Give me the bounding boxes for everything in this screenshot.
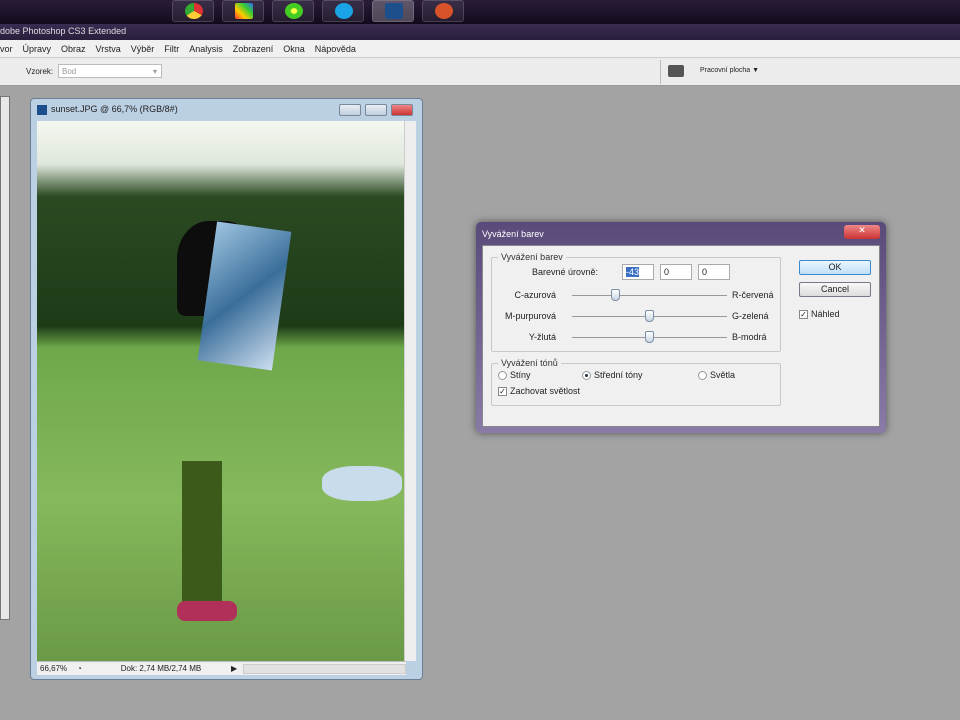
app-icon <box>435 3 453 19</box>
slider-green-label: G-zelená <box>732 311 769 321</box>
tools-panel[interactable] <box>0 96 10 620</box>
vertical-scrollbar[interactable] <box>404 121 416 661</box>
status-icon: ◔ <box>77 664 82 673</box>
menu-analysis[interactable]: Analysis <box>189 44 223 57</box>
slider-yellow-label: Y-žlutá <box>528 332 556 342</box>
chevron-down-icon: ▾ <box>152 67 157 76</box>
ps-doc-icon <box>37 105 47 115</box>
camera-icon[interactable] <box>668 65 684 77</box>
skype-icon <box>335 3 353 19</box>
slider-cyan-label: C-azurová <box>514 290 556 300</box>
colorful-app-icon <box>235 3 253 19</box>
slider-thumb[interactable] <box>644 310 654 322</box>
slider-thumb[interactable] <box>611 289 621 301</box>
legs <box>182 461 222 611</box>
taskbar-chrome[interactable] <box>172 0 214 22</box>
yellow-blue-slider[interactable] <box>572 331 727 343</box>
radio-highlights[interactable]: Světla <box>698 370 735 381</box>
menu-bar: vor Úpravy Obraz Vrstva Výběr Filtr Anal… <box>0 40 960 58</box>
taskbar-app[interactable] <box>422 0 464 22</box>
chrome-icon <box>185 3 203 19</box>
cancel-button[interactable]: Cancel <box>799 282 871 297</box>
sample-label: Vzorek: <box>26 67 54 76</box>
magenta-green-slider[interactable] <box>572 310 727 322</box>
sample-select[interactable]: Bod ▾ <box>58 64 162 78</box>
options-bar: Vzorek: Bod ▾ Pracovní plocha ▼ <box>0 58 960 86</box>
level-magenta-green[interactable]: 0 <box>660 264 692 280</box>
menu-view[interactable]: Zobrazení <box>233 44 274 57</box>
maximize-button[interactable] <box>365 104 387 116</box>
status-menu-arrow[interactable]: ▶ <box>231 664 243 673</box>
menu-file[interactable]: vor <box>0 44 13 57</box>
cyan-red-slider[interactable] <box>572 289 727 301</box>
color-group-label: Vyvážení barev <box>501 252 563 262</box>
document-title: sunset.JPG @ 66,7% (RGB/8#) <box>51 104 178 114</box>
photo-canvas[interactable] <box>37 121 406 661</box>
close-button[interactable] <box>391 104 413 116</box>
status-bar: 66,67% ◔ Dok: 2,74 MB/2,74 MB ▶ <box>37 661 406 675</box>
slider-thumb[interactable] <box>644 331 654 343</box>
menu-select[interactable]: Výběr <box>131 44 155 57</box>
sample-value: Bod <box>62 67 77 76</box>
preserve-luminosity-checkbox[interactable]: ✓ Zachovat světlost <box>498 386 580 397</box>
taskbar-winamp[interactable] <box>222 0 264 22</box>
slider-magenta-label: M-purpurová <box>504 311 556 321</box>
slider-red-label: R-červená <box>732 290 774 300</box>
menu-window[interactable]: Okna <box>283 44 305 57</box>
taskbar-skype[interactable] <box>322 0 364 22</box>
color-balance-group: Vyvážení barev Barevné úrovně: -43 0 0 C… <box>491 252 781 352</box>
photoshop-icon <box>385 3 403 19</box>
levels-label: Barevné úrovně: <box>532 267 599 277</box>
level-cyan-red[interactable]: -43 <box>622 264 654 280</box>
menu-layer[interactable]: Vrstva <box>96 44 121 57</box>
radio-shadows[interactable]: Stíny <box>498 370 531 381</box>
ok-button[interactable]: OK <box>799 260 871 275</box>
level-yellow-blue[interactable]: 0 <box>698 264 730 280</box>
document-window: sunset.JPG @ 66,7% (RGB/8#) 66,67% ◔ Dok… <box>30 98 423 680</box>
horizontal-scrollbar[interactable] <box>243 663 406 674</box>
menu-filter[interactable]: Filtr <box>164 44 179 57</box>
zoom-level[interactable]: 66,67% <box>37 664 77 673</box>
dialog-title: Vyvážení barev <box>482 229 544 239</box>
tone-balance-group: Vyvážení tónů Stíny Střední tóny Světla … <box>491 358 781 406</box>
taskbar <box>0 0 960 24</box>
app-title: dobe Photoshop CS3 Extended <box>0 24 960 40</box>
radio-midtones[interactable]: Střední tóny <box>582 370 643 381</box>
icq-icon <box>285 3 303 19</box>
menu-image[interactable]: Obraz <box>61 44 86 57</box>
taskbar-icq[interactable] <box>272 0 314 22</box>
dialog-close-button[interactable]: ✕ <box>844 225 880 239</box>
minimize-button[interactable] <box>339 104 361 116</box>
slider-blue-label: B-modrá <box>732 332 767 342</box>
doc-info: Dok: 2,74 MB/2,74 MB <box>120 664 202 673</box>
menu-help[interactable]: Nápověda <box>315 44 356 57</box>
preview-checkbox[interactable]: ✓ Náhled <box>799 309 840 320</box>
taskbar-photoshop[interactable] <box>372 0 414 22</box>
menu-edit[interactable]: Úpravy <box>23 44 52 57</box>
tone-group-label: Vyvážení tónů <box>501 358 558 368</box>
shoes <box>177 601 237 621</box>
workspace-menu[interactable]: Pracovní plocha ▼ <box>700 67 759 74</box>
color-balance-dialog: Vyvážení barev ✕ Vyvážení barev Barevné … <box>476 222 886 433</box>
bag-on-grass <box>322 466 402 501</box>
